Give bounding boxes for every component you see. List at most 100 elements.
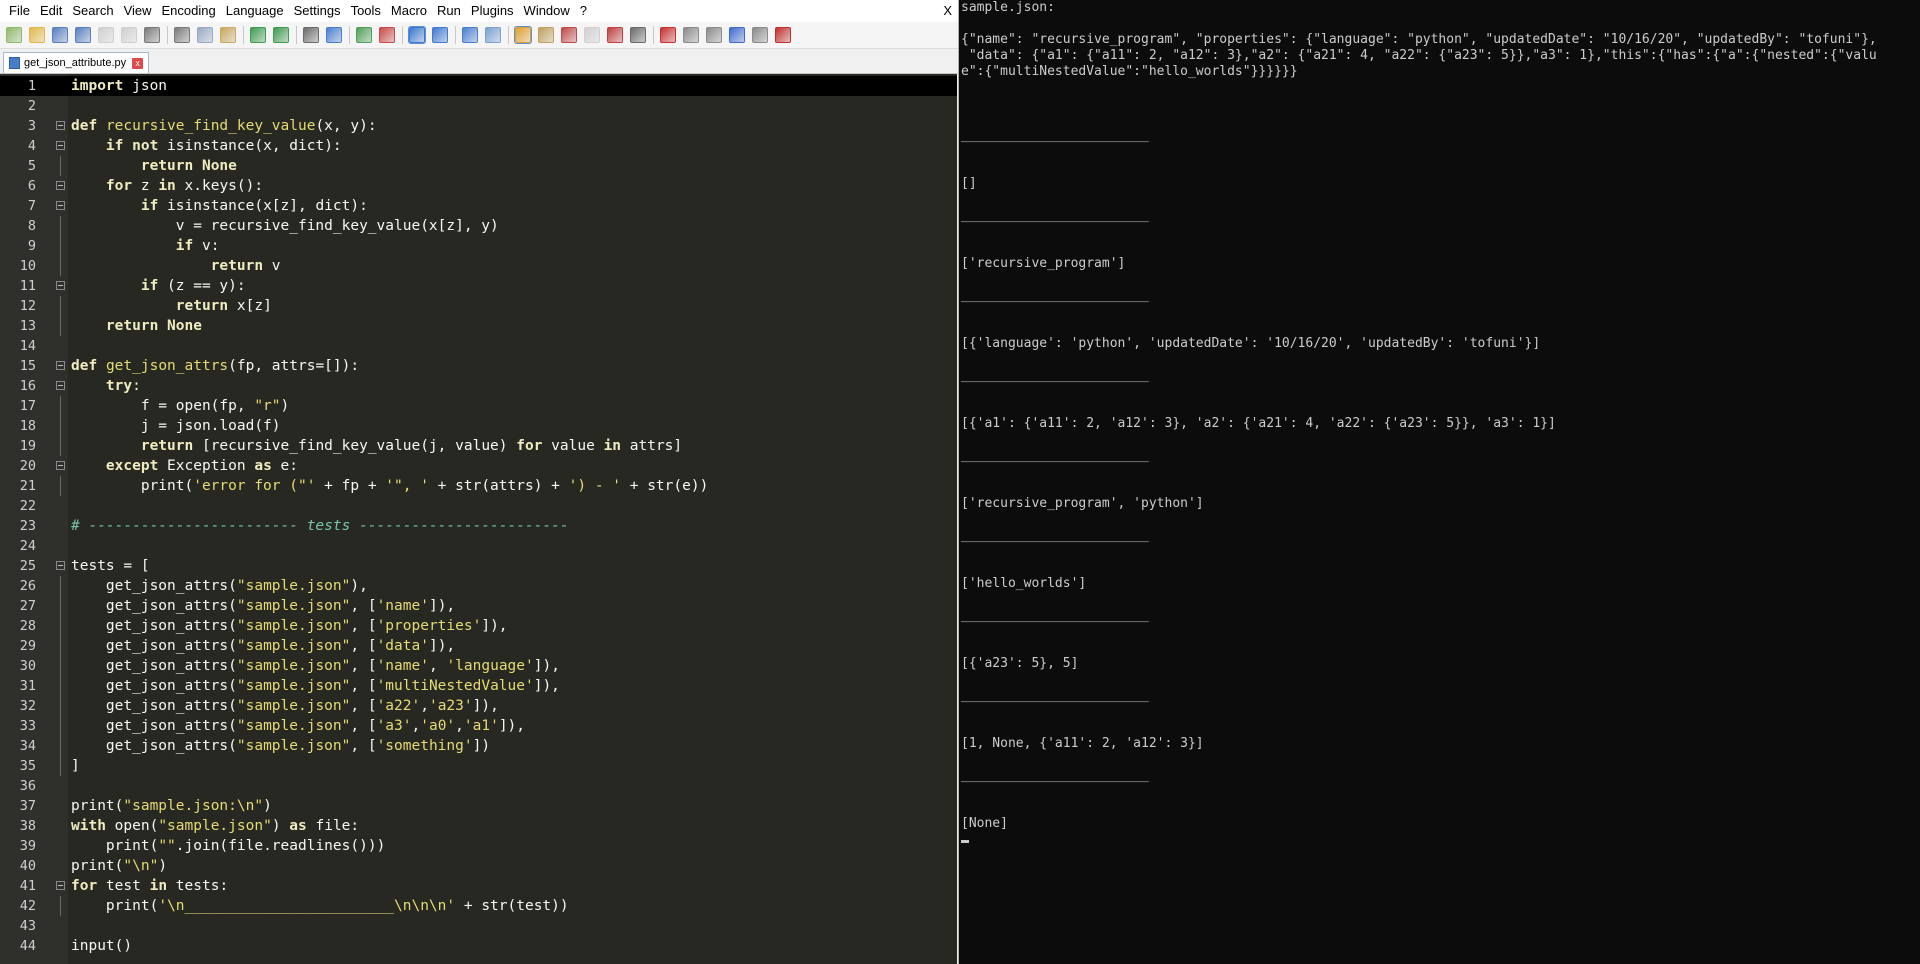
sync-horizontal-icon[interactable] bbox=[432, 27, 448, 43]
run-macro-multiple-icon[interactable] bbox=[729, 27, 745, 43]
code-line[interactable]: 9 if v: bbox=[0, 236, 957, 256]
code-line[interactable]: 15 def get_json_attrs(fp, attrs=[]): bbox=[0, 356, 957, 376]
replace-icon[interactable] bbox=[326, 27, 342, 43]
code-line[interactable]: 33 get_json_attrs("sample.json", ['a3','… bbox=[0, 716, 957, 736]
code-line[interactable]: 13 return None bbox=[0, 316, 957, 336]
function-list-icon[interactable] bbox=[584, 27, 600, 43]
fold-toggle-icon[interactable] bbox=[56, 361, 65, 370]
close-all-icon[interactable] bbox=[121, 27, 137, 43]
copy-icon[interactable] bbox=[197, 27, 213, 43]
stop-record-icon[interactable] bbox=[683, 27, 699, 43]
tab-get-json-attribute[interactable]: get_json_attribute.py x bbox=[3, 52, 150, 73]
code-line[interactable]: 2 bbox=[0, 96, 957, 116]
code-line[interactable]: 36 bbox=[0, 776, 957, 796]
print-icon[interactable] bbox=[144, 27, 160, 43]
code-line[interactable]: 21 print('error for ("' + fp + '", ' + s… bbox=[0, 476, 957, 496]
menu-encoding[interactable]: Encoding bbox=[157, 0, 221, 22]
fold-toggle-icon[interactable] bbox=[56, 121, 65, 130]
code-line[interactable]: 35] bbox=[0, 756, 957, 776]
code-line[interactable]: 32 get_json_attrs("sample.json", ['a22',… bbox=[0, 696, 957, 716]
code-line[interactable]: 27 get_json_attrs("sample.json", ['name'… bbox=[0, 596, 957, 616]
save-icon[interactable] bbox=[52, 27, 68, 43]
redo-icon[interactable] bbox=[273, 27, 289, 43]
menu-file[interactable]: File bbox=[4, 0, 35, 22]
console-window[interactable]: sample.json: {"name": "recursive_program"… bbox=[959, 0, 1920, 964]
zoom-out-icon[interactable] bbox=[379, 27, 395, 43]
record-macro-icon[interactable] bbox=[660, 27, 676, 43]
menu-language[interactable]: Language bbox=[221, 0, 289, 22]
code-line[interactable]: 16 try: bbox=[0, 376, 957, 396]
code-line[interactable]: 20 except Exception as e: bbox=[0, 456, 957, 476]
code-line[interactable]: 37 print("sample.json:\n") bbox=[0, 796, 957, 816]
fold-toggle-icon[interactable] bbox=[56, 881, 65, 890]
code-line[interactable]: 18 j = json.load(f) bbox=[0, 416, 957, 436]
spell-check-icon[interactable] bbox=[775, 27, 791, 43]
code-line[interactable]: 17 f = open(fp, "r") bbox=[0, 396, 957, 416]
code-line[interactable]: 31 get_json_attrs("sample.json", ['multi… bbox=[0, 676, 957, 696]
menu-tools[interactable]: Tools bbox=[346, 0, 386, 22]
menu-plugins[interactable]: Plugins bbox=[466, 0, 519, 22]
show-all-chars-icon[interactable] bbox=[485, 27, 501, 43]
code-line[interactable]: 4 if not isinstance(x, dict): bbox=[0, 136, 957, 156]
menu-macro[interactable]: Macro bbox=[386, 0, 432, 22]
monitoring-icon[interactable] bbox=[630, 27, 646, 43]
code-line[interactable]: 1 import json bbox=[0, 76, 957, 96]
find-icon[interactable] bbox=[303, 27, 319, 43]
code-line[interactable]: 7 if isinstance(x[z], dict): bbox=[0, 196, 957, 216]
open-file-icon[interactable] bbox=[29, 27, 45, 43]
code-line[interactable]: 39 print("".join(file.readlines())) bbox=[0, 836, 957, 856]
save-all-icon[interactable] bbox=[75, 27, 91, 43]
paste-icon[interactable] bbox=[220, 27, 236, 43]
code-line[interactable]: 19 return [recursive_find_key_value(j, v… bbox=[0, 436, 957, 456]
code-line[interactable]: 22 bbox=[0, 496, 957, 516]
menu-run[interactable]: Run bbox=[432, 0, 466, 22]
close-icon[interactable] bbox=[98, 27, 114, 43]
indent-guide-icon[interactable] bbox=[514, 26, 532, 44]
code-line[interactable]: 44 input() bbox=[0, 936, 957, 956]
save-macro-icon[interactable] bbox=[752, 27, 768, 43]
code-line[interactable]: 12 return x[z] bbox=[0, 296, 957, 316]
code-line[interactable]: 11 if (z == y): bbox=[0, 276, 957, 296]
tab-close-icon[interactable]: x bbox=[132, 57, 144, 69]
menu-window[interactable]: Window bbox=[519, 0, 575, 22]
code-line[interactable]: 14 bbox=[0, 336, 957, 356]
menu-help[interactable]: ? bbox=[575, 0, 592, 22]
undo-icon[interactable] bbox=[250, 27, 266, 43]
user-lang-icon[interactable] bbox=[538, 27, 554, 43]
menu-settings[interactable]: Settings bbox=[289, 0, 346, 22]
doc-map-icon[interactable] bbox=[561, 27, 577, 43]
menu-view[interactable]: View bbox=[119, 0, 157, 22]
code-line[interactable]: 28 get_json_attrs("sample.json", ['prope… bbox=[0, 616, 957, 636]
fold-toggle-icon[interactable] bbox=[56, 281, 65, 290]
fold-toggle-icon[interactable] bbox=[56, 201, 65, 210]
code-line[interactable]: 6 for z in x.keys(): bbox=[0, 176, 957, 196]
code-line[interactable]: 25 tests = [ bbox=[0, 556, 957, 576]
close-document-button[interactable]: X bbox=[943, 0, 952, 22]
new-file-icon[interactable] bbox=[6, 27, 22, 43]
code-line[interactable]: 24 bbox=[0, 536, 957, 556]
menu-search[interactable]: Search bbox=[67, 0, 118, 22]
code-line[interactable]: 30 get_json_attrs("sample.json", ['name'… bbox=[0, 656, 957, 676]
cut-icon[interactable] bbox=[174, 27, 190, 43]
code-line[interactable]: 26 get_json_attrs("sample.json"), bbox=[0, 576, 957, 596]
folder-workspace-icon[interactable] bbox=[607, 27, 623, 43]
fold-toggle-icon[interactable] bbox=[56, 181, 65, 190]
code-line[interactable]: 42 print('\n________________________\n\n… bbox=[0, 896, 957, 916]
fold-toggle-icon[interactable] bbox=[56, 141, 65, 150]
playback-macro-icon[interactable] bbox=[706, 27, 722, 43]
code-line[interactable]: 5 return None bbox=[0, 156, 957, 176]
code-line[interactable]: 41 for test in tests: bbox=[0, 876, 957, 896]
code-line[interactable]: 8 v = recursive_find_key_value(x[z], y) bbox=[0, 216, 957, 236]
fold-toggle-icon[interactable] bbox=[56, 561, 65, 570]
code-editor[interactable]: 1 import json 2 3 def recursive_find_key_val… bbox=[0, 74, 957, 964]
word-wrap-icon[interactable] bbox=[462, 27, 478, 43]
zoom-in-icon[interactable] bbox=[356, 27, 372, 43]
fold-toggle-icon[interactable] bbox=[56, 381, 65, 390]
code-line[interactable]: 34 get_json_attrs("sample.json", ['somet… bbox=[0, 736, 957, 756]
sync-vertical-icon[interactable] bbox=[408, 26, 426, 44]
code-line[interactable]: 23 # ------------------------ tests -----… bbox=[0, 516, 957, 536]
code-line[interactable]: 3 def recursive_find_key_value(x, y): bbox=[0, 116, 957, 136]
code-line[interactable]: 43 bbox=[0, 916, 957, 936]
code-line[interactable]: 38 with open("sample.json") as file: bbox=[0, 816, 957, 836]
fold-toggle-icon[interactable] bbox=[56, 461, 65, 470]
